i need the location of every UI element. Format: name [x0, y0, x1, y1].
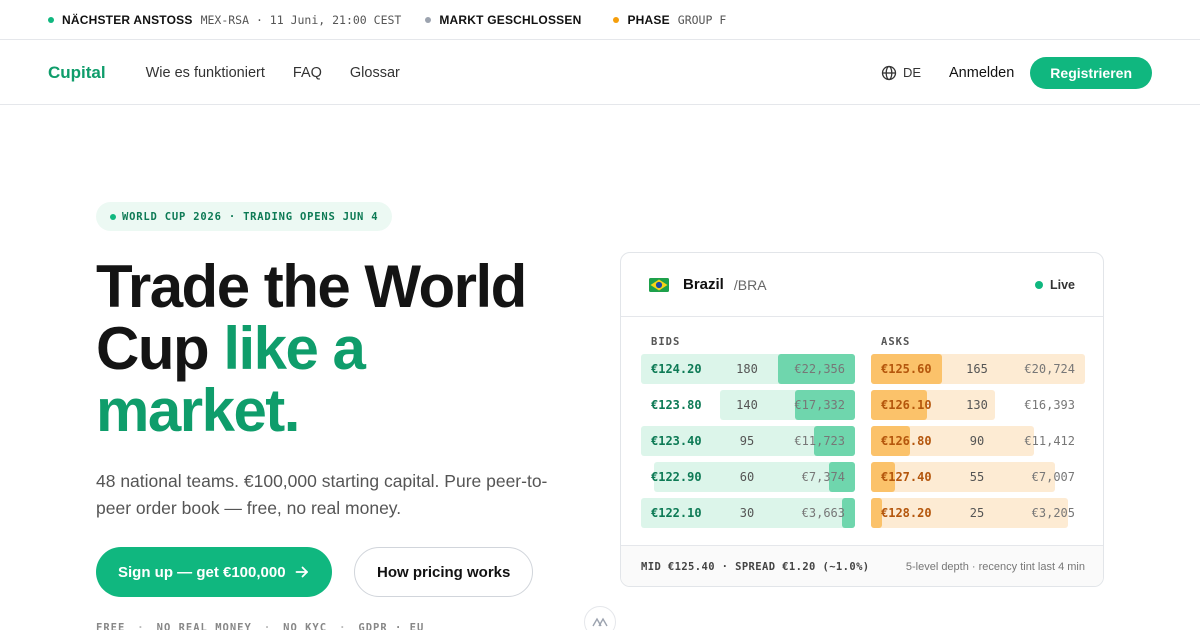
hero-title-line3: market. — [96, 377, 300, 444]
signup-button[interactable]: Sign up — get €100,000 — [96, 547, 332, 597]
size: 55 — [969, 470, 985, 484]
ticker-label: PHASE — [627, 12, 670, 27]
language-switcher[interactable]: DE — [881, 65, 921, 81]
size: 25 — [969, 506, 985, 520]
price: €123.80 — [651, 398, 702, 412]
globe-icon — [881, 65, 897, 80]
total: €22,356 — [794, 362, 845, 376]
signup-button-label: Sign up — get €100,000 — [118, 563, 286, 581]
register-button[interactable]: Registrieren — [1030, 56, 1152, 89]
ticker-item: NÄCHSTER ANSTOSS MEX-RSA · 11 Juni, 21:00… — [48, 13, 401, 27]
nav-link-glossary[interactable]: Glossar — [350, 65, 400, 81]
bid-row[interactable]: €124.20 180 €22,356 — [641, 354, 855, 384]
bid-row[interactable]: €122.10 30 €3,663 — [641, 498, 855, 528]
total: €16,393 — [1024, 398, 1075, 412]
price: €122.90 — [651, 470, 702, 484]
size: 180 — [736, 362, 758, 376]
ticker-label: MARKT GESCHLOSSEN — [439, 12, 582, 27]
arrow-right-icon — [295, 566, 308, 578]
main-nav: Cupital Wie es funktioniert FAQ Glossar … — [0, 41, 1200, 105]
size: 130 — [966, 398, 988, 412]
brazil-flag-icon — [649, 277, 669, 292]
size: 95 — [739, 434, 755, 448]
hero-title-accent: like a — [223, 315, 366, 382]
bids-header: BIDS — [651, 336, 681, 348]
feature-list: FREE · NO REAL MONEY · NO KYC · GDPR · EU — [96, 622, 424, 630]
size: 165 — [966, 362, 988, 376]
live-label: Live — [1049, 277, 1075, 292]
price: €127.40 — [881, 470, 932, 484]
logo[interactable]: Cupital — [48, 63, 106, 83]
price: €126.10 — [881, 398, 932, 412]
price: €123.40 — [651, 434, 702, 448]
orderbook-header: Brazil /BRA Live — [621, 253, 1103, 317]
feature-item: GDPR · EU — [358, 622, 425, 630]
bid-row[interactable]: €123.80 140 €17,332 — [641, 390, 855, 420]
ticker-label: NÄCHSTER ANSTOSS — [62, 12, 193, 27]
ask-row[interactable]: €125.60 165 €20,724 — [871, 354, 1085, 384]
nav-link-faq[interactable]: FAQ — [293, 65, 322, 81]
ask-row[interactable]: €128.20 25 €3,205 — [871, 498, 1085, 528]
ask-row[interactable]: €127.40 55 €7,007 — [871, 462, 1085, 492]
price: €128.20 — [881, 506, 932, 520]
live-indicator: Live — [1034, 277, 1075, 292]
mid-spread: MID €125.40 · SPREAD €1.20 (~1.0%) — [641, 561, 870, 573]
ask-row[interactable]: €126.10 130 €16,393 — [871, 390, 1085, 420]
price: €125.60 — [881, 362, 932, 376]
asks-header: ASKS — [881, 336, 911, 348]
hero-title-line1: Trade the World — [96, 253, 527, 320]
hero-subtitle: 48 national teams. €100,000 starting cap… — [96, 471, 548, 518]
feature-separator: · — [339, 622, 347, 630]
nav-link-how-it-works[interactable]: Wie es funktioniert — [146, 65, 265, 81]
status-dot — [613, 16, 620, 23]
feature-item: FREE — [96, 622, 126, 630]
total: €20,724 — [1024, 362, 1075, 376]
orderbook-card: Brazil /BRA Live BIDS ASKS €124.20 180 €22… — [620, 252, 1104, 587]
bid-row[interactable]: €122.90 60 €7,374 — [641, 462, 855, 492]
chevron-up-icon — [592, 617, 608, 627]
total: €7,374 — [801, 470, 845, 484]
bid-row[interactable]: €123.40 95 €11,723 — [641, 426, 855, 456]
depth-note: 5-level depth · recency tint last 4 min — [905, 561, 1085, 573]
live-dot — [1034, 280, 1043, 289]
total: €11,723 — [794, 434, 845, 448]
total: €17,332 — [794, 398, 845, 412]
status-dot — [425, 16, 432, 23]
pricing-button[interactable]: How pricing works — [354, 547, 534, 597]
ticker-value: MEX-RSA · 11 Juni, 21:00 CEST — [200, 12, 402, 27]
hero-title: Trade the World Cup like a market. — [96, 256, 566, 442]
badge-text: WORLD CUP 2026 · TRADING OPENS JUN 4 — [122, 210, 379, 223]
size: 30 — [739, 506, 755, 520]
total: €7,007 — [1031, 470, 1075, 484]
launch-badge: WORLD CUP 2026 · TRADING OPENS JUN 4 — [96, 202, 393, 231]
price: €126.80 — [881, 434, 932, 448]
size: 60 — [739, 470, 755, 484]
language-code: DE — [902, 65, 921, 80]
hero-title-line2: Cup — [96, 315, 224, 382]
price: €122.10 — [651, 506, 702, 520]
orderbook-footer: MID €125.40 · SPREAD €1.20 (~1.0%) 5-lev… — [621, 545, 1103, 586]
team-code: /BRA — [733, 276, 767, 293]
feature-item: NO REAL MONEY — [156, 622, 252, 630]
signin-link[interactable]: Anmelden — [949, 65, 1014, 81]
total: €11,412 — [1024, 434, 1075, 448]
size: 140 — [736, 398, 758, 412]
total: €3,205 — [1031, 506, 1075, 520]
ticker-value: GROUP F — [677, 12, 727, 27]
ticker-item: PHASE GROUP F — [613, 13, 726, 27]
feature-item: NO KYC — [283, 622, 328, 630]
size: 90 — [969, 434, 985, 448]
feature-separator: · — [263, 622, 272, 630]
status-dot — [48, 16, 54, 23]
team-name: Brazil — [683, 276, 724, 293]
total: €3,663 — [801, 506, 845, 520]
ask-row[interactable]: €126.80 90 €11,412 — [871, 426, 1085, 456]
ticker-item: MARKT GESCHLOSSEN — [425, 13, 589, 27]
ticker-bar: NÄCHSTER ANSTOSS MEX-RSA · 11 Juni, 21:00… — [0, 0, 1200, 40]
price: €124.20 — [651, 362, 702, 376]
scroll-down-button[interactable] — [584, 606, 616, 630]
badge-dot — [110, 213, 116, 220]
feature-separator: · — [137, 622, 145, 630]
